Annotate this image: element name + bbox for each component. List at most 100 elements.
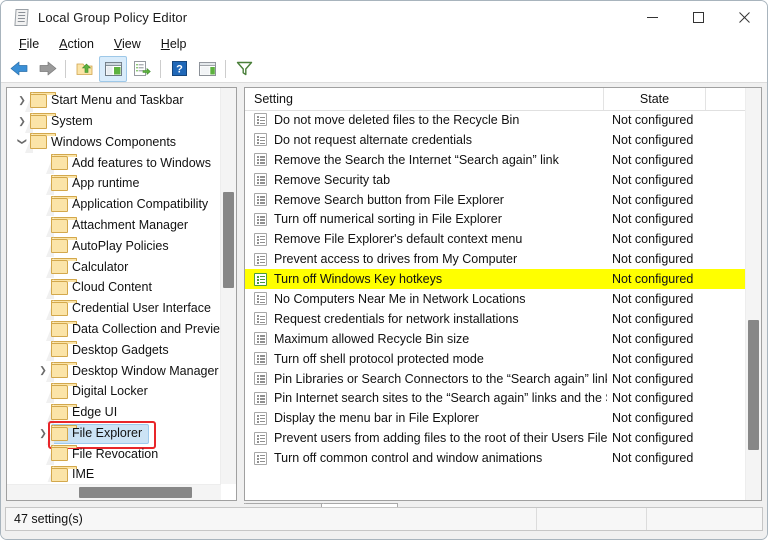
- status-bar: 47 setting(s): [5, 507, 763, 531]
- tree-item-digital-locker[interactable]: Digital Locker: [7, 381, 221, 404]
- table-row[interactable]: Remove File Explorer's default context m…: [245, 229, 745, 249]
- setting-state: Not configured: [612, 252, 694, 267]
- folder-icon: [25, 133, 56, 154]
- table-row[interactable]: Pin Libraries or Search Connectors to th…: [245, 369, 745, 389]
- tree-item-label: Attachment Manager: [72, 217, 189, 232]
- tree-item-add-features-to-windows[interactable]: Add features to Windows: [7, 152, 221, 175]
- tree-item-label: Application Compatibility: [72, 197, 209, 212]
- tree-item-application-compatibility[interactable]: Application Compatibility: [7, 194, 221, 216]
- table-row[interactable]: Remove the Search the Internet “Search a…: [245, 150, 745, 170]
- menu-action[interactable]: Action: [49, 36, 104, 52]
- table-row[interactable]: Turn off common control and window anima…: [245, 448, 745, 468]
- forward-button[interactable]: [34, 57, 60, 81]
- tree-item-file-revocation[interactable]: File Revocation: [7, 444, 221, 466]
- policy-tree[interactable]: ❯ Start Menu and Taskbar ❯ System ❯ Windows C…: [7, 90, 221, 482]
- tree-item-attachment-manager[interactable]: Attachment Manager: [7, 215, 221, 237]
- table-row[interactable]: Pin Internet search sites to the “Search…: [245, 388, 745, 408]
- tree-item-file-explorer[interactable]: ❯ File Explorer: [7, 423, 221, 445]
- folder-icon: [46, 195, 77, 216]
- table-row[interactable]: Display the menu bar in File Explorer Not…: [245, 408, 745, 428]
- window-controls: [629, 1, 767, 33]
- settings-list[interactable]: Do not move deleted files to the Recycle…: [245, 110, 745, 480]
- table-row[interactable]: Do not move deleted files to the Recycle…: [245, 110, 745, 130]
- policy-setting-icon: [254, 193, 267, 206]
- tree-item-label: Data Collection and Preview Builds: [72, 321, 221, 336]
- tree-item-label: System: [51, 113, 93, 128]
- menu-action-label-rest: ction: [67, 37, 94, 51]
- table-row[interactable]: Maximum allowed Recycle Bin size Not conf…: [245, 329, 745, 349]
- column-header-state[interactable]: State: [604, 88, 706, 110]
- tree-item-desktop-window-manager[interactable]: ❯ Desktop Window Manager: [7, 360, 221, 383]
- table-row[interactable]: Turn off shell protocol protected mode No…: [245, 349, 745, 369]
- setting-state: Not configured: [612, 291, 694, 306]
- close-icon[interactable]: [721, 1, 767, 33]
- policy-setting-icon: [254, 332, 267, 346]
- tree-item-edge-ui[interactable]: Edge UI: [7, 402, 221, 424]
- tree-vertical-scrollbar[interactable]: [220, 88, 236, 484]
- title-bar: Local Group Policy Editor: [1, 1, 767, 33]
- column-header-setting[interactable]: Setting: [245, 88, 604, 110]
- setting-name: No Computers Near Me in Network Location…: [274, 291, 526, 306]
- table-row[interactable]: Remove Search button from File Explorer N…: [245, 190, 745, 210]
- list-vscroll-thumb[interactable]: [748, 320, 759, 450]
- tree-item-app-runtime[interactable]: App runtime: [7, 173, 221, 196]
- menu-file[interactable]: File: [9, 36, 49, 52]
- table-row[interactable]: No Computers Near Me in Network Location…: [245, 289, 745, 309]
- funnel-filter-icon[interactable]: [231, 57, 257, 81]
- tree-item-windows-components[interactable]: ❯ Windows Components: [7, 132, 221, 154]
- policy-setting-icon: [254, 352, 267, 366]
- show-hide-action-pane-button[interactable]: [194, 57, 220, 81]
- table-row[interactable]: Turn off Windows Key hotkeys Not configur…: [245, 269, 745, 290]
- up-one-level-button[interactable]: [71, 57, 97, 81]
- table-row[interactable]: Do not request alternate credentials Not …: [245, 130, 745, 150]
- tree-item-ime[interactable]: IME: [7, 464, 221, 482]
- menu-view[interactable]: View: [104, 36, 151, 52]
- tree-hscroll-thumb[interactable]: [79, 487, 192, 498]
- back-button[interactable]: [6, 57, 32, 81]
- table-row[interactable]: Remove Security tab Not configured: [245, 170, 745, 190]
- menu-bar: File Action View Help: [1, 33, 767, 55]
- tree-item-data-collection-and-preview-builds[interactable]: Data Collection and Preview Builds: [7, 319, 221, 341]
- table-row[interactable]: Prevent users from adding files to the r…: [245, 428, 745, 448]
- tree-item-credential-user-interface[interactable]: Credential User Interface: [7, 298, 221, 320]
- menu-help-label-rest: elp: [169, 37, 187, 51]
- tree-item-system[interactable]: ❯ System: [7, 111, 221, 133]
- policy-setting-icon: [254, 212, 267, 226]
- list-vertical-scrollbar[interactable]: [745, 88, 761, 500]
- tree-item-label: Start Menu and Taskbar: [51, 93, 184, 108]
- help-button[interactable]: ?: [166, 57, 192, 81]
- tree-item-label: Calculator: [72, 259, 129, 274]
- tree-item-autoplay-policies[interactable]: AutoPlay Policies: [7, 236, 221, 258]
- tree-item-calculator[interactable]: Calculator: [7, 256, 221, 279]
- setting-name: Pin Libraries or Search Connectors to th…: [274, 371, 607, 386]
- table-row[interactable]: Turn off numerical sorting in File Explo…: [245, 209, 745, 229]
- folder-icon: [46, 403, 77, 424]
- tree-item-start-menu-and-taskbar[interactable]: ❯ Start Menu and Taskbar: [7, 90, 221, 112]
- tree-item-desktop-gadgets[interactable]: Desktop Gadgets: [7, 340, 221, 362]
- maximize-icon[interactable]: [675, 1, 721, 33]
- console-tree-pane: ❯ Start Menu and Taskbar ❯ System ❯ Windows C…: [6, 87, 237, 501]
- export-list-button[interactable]: [129, 57, 155, 81]
- menu-help[interactable]: Help: [151, 36, 197, 52]
- tree-item-cloud-content[interactable]: Cloud Content: [7, 277, 221, 300]
- settings-list-pane: Setting State Do not move deleted files …: [244, 87, 762, 501]
- setting-state: Not configured: [612, 192, 694, 207]
- show-hide-console-tree-button[interactable]: [99, 55, 127, 82]
- menu-view-label-rest: iew: [122, 37, 141, 51]
- policy-setting-icon: [254, 372, 267, 386]
- toolbar-separator-3: [225, 59, 226, 78]
- table-row[interactable]: Request credentials for network installa…: [245, 309, 745, 329]
- content-area: ❯ Start Menu and Taskbar ❯ System ❯ Windows C…: [1, 84, 767, 523]
- policy-setting-icon: [254, 113, 267, 127]
- policy-setting-icon: [254, 431, 267, 445]
- setting-name: Do not move deleted files to the Recycle…: [274, 112, 520, 127]
- tree-vscroll-thumb[interactable]: [223, 192, 234, 288]
- table-row[interactable]: Prevent access to drives from My Compute…: [245, 249, 745, 269]
- window-bottom-strip: [1, 533, 767, 539]
- minimize-icon[interactable]: [629, 1, 675, 33]
- folder-icon: [46, 341, 77, 362]
- setting-name: Prevent users from adding files to the r…: [274, 431, 607, 446]
- tree-horizontal-scrollbar[interactable]: [7, 484, 221, 500]
- policy-setting-icon: [254, 411, 267, 425]
- setting-name: Turn off Windows Key hotkeys: [274, 272, 443, 287]
